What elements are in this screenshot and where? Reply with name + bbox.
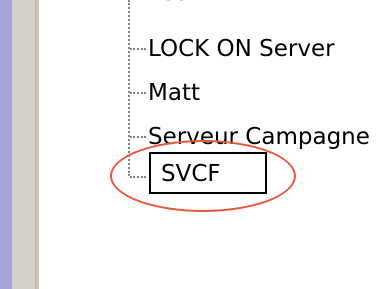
- sidebar-accent-strip: [0, 0, 12, 289]
- tree-connector-branch: [130, 92, 146, 94]
- tree-connector-branch: [130, 136, 146, 138]
- tree-item-leo[interactable]: Leo: [148, 0, 189, 8]
- server-tree-view[interactable]: Leo LOCK ON Server Matt Serveur Campagne…: [40, 0, 387, 289]
- tree-connector-vertical: [128, 0, 130, 176]
- highlight-circle-annotation: [110, 140, 296, 212]
- tree-item-lock-on-server[interactable]: LOCK ON Server: [148, 34, 335, 64]
- tree-connector-branch: [130, 48, 146, 50]
- screenshot-stage: Leo LOCK ON Server Matt Serveur Campagne…: [0, 0, 387, 289]
- tree-item-matt[interactable]: Matt: [148, 78, 200, 108]
- panel-border: [12, 0, 35, 289]
